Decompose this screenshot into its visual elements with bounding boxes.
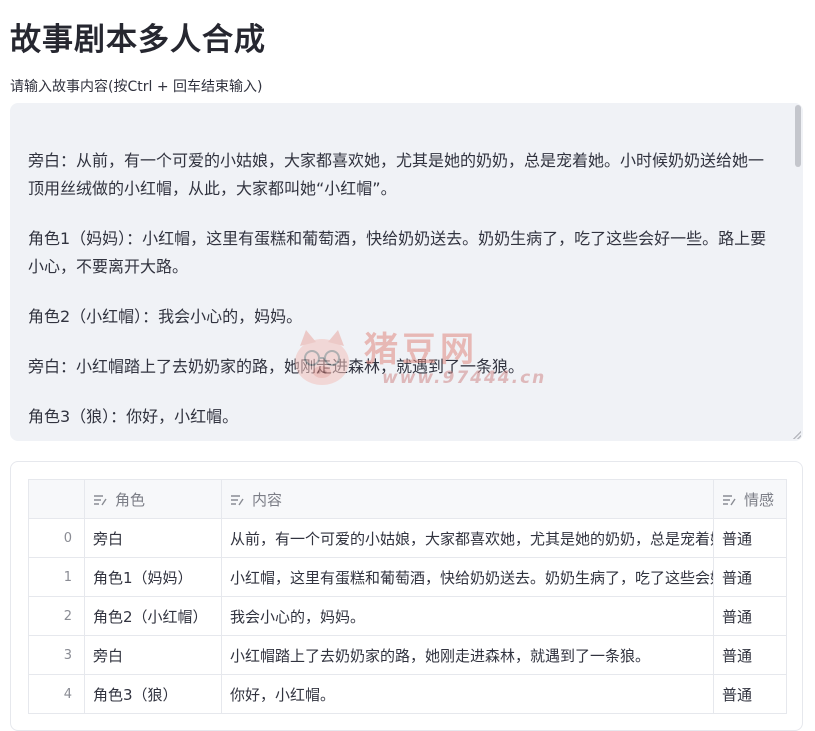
row-index: 3 xyxy=(28,635,85,675)
column-header-role[interactable]: 角色 xyxy=(84,479,222,519)
table-row[interactable]: 3 旁白 小红帽踏上了去奶奶家的路，她刚走进森林，就遇到了一条狼。 普通 xyxy=(28,635,787,675)
cell-emotion[interactable]: 普通 xyxy=(713,596,787,636)
cell-emotion[interactable]: 普通 xyxy=(713,557,787,597)
table-row[interactable]: 0 旁白 从前，有一个可爱的小姑娘，大家都喜欢她，尤其是她的奶奶，总是宠着她。 … xyxy=(28,518,787,558)
column-header-label: 角色 xyxy=(115,490,146,509)
result-table: 角色 内容 情感 0 旁白 从前，有一个可爱的小姑娘，大家都喜欢她，尤其是她的奶… xyxy=(28,479,787,714)
table-row[interactable]: 1 角色1（妈妈） 小红帽，这里有蛋糕和葡萄酒，快给奶奶送去。奶奶生病了，吃了这… xyxy=(28,557,787,597)
cell-role[interactable]: 旁白 xyxy=(84,635,222,675)
story-textarea[interactable]: 旁白：从前，有一个可爱的小姑娘，大家都喜欢她，尤其是她的奶奶，总是宠着她。小时候… xyxy=(10,103,803,441)
cell-content[interactable]: 你好，小红帽。 xyxy=(221,674,714,714)
cell-content[interactable]: 我会小心的，妈妈。 xyxy=(221,596,714,636)
cell-role[interactable]: 旁白 xyxy=(84,518,222,558)
page-title: 故事剧本多人合成 xyxy=(10,22,266,58)
story-textarea-content[interactable]: 旁白：从前，有一个可爱的小姑娘，大家都喜欢她，尤其是她的奶奶，总是宠着她。小时候… xyxy=(28,147,777,441)
cell-role[interactable]: 角色1（妈妈） xyxy=(84,557,222,597)
index-header xyxy=(28,479,85,519)
cell-content[interactable]: 小红帽踏上了去奶奶家的路，她刚走进森林，就遇到了一条狼。 xyxy=(221,635,714,675)
table-header-row: 角色 内容 情感 xyxy=(28,479,787,519)
row-index: 1 xyxy=(28,557,85,597)
table-row[interactable]: 2 角色2（小红帽） 我会小心的，妈妈。 普通 xyxy=(28,596,787,636)
text-column-icon xyxy=(723,494,736,505)
story-line: 旁白：从前，有一个可爱的小姑娘，大家都喜欢她，尤其是她的奶奶，总是宠着她。小时候… xyxy=(28,151,765,198)
textarea-scrollbar[interactable] xyxy=(795,105,801,167)
cell-emotion[interactable]: 普通 xyxy=(713,674,787,714)
cell-content[interactable]: 从前，有一个可爱的小姑娘，大家都喜欢她，尤其是她的奶奶，总是宠着她。 xyxy=(221,518,714,558)
table-row[interactable]: 4 角色3（狼） 你好，小红帽。 普通 xyxy=(28,674,787,714)
story-line: 角色1（妈妈）：小红帽，这里有蛋糕和葡萄酒，快给奶奶送去。奶奶生病了，吃了这些会… xyxy=(28,229,767,276)
row-index: 2 xyxy=(28,596,85,636)
cell-role[interactable]: 角色3（狼） xyxy=(84,674,222,714)
column-header-label: 情感 xyxy=(744,490,775,509)
story-line: 角色2（小红帽）：我会小心的，妈妈。 xyxy=(28,307,303,326)
text-column-icon xyxy=(94,494,107,505)
text-column-icon xyxy=(231,494,244,505)
column-header-label: 内容 xyxy=(252,490,283,509)
row-index: 0 xyxy=(28,518,85,558)
resize-handle-icon[interactable] xyxy=(793,431,801,439)
column-header-content[interactable]: 内容 xyxy=(221,479,714,519)
cell-emotion[interactable]: 普通 xyxy=(713,518,787,558)
cell-content[interactable]: 小红帽，这里有蛋糕和葡萄酒，快给奶奶送去。奶奶生病了，吃了这些会好一些。 xyxy=(221,557,714,597)
cell-emotion[interactable]: 普通 xyxy=(713,635,787,675)
story-input-label: 请输入故事内容(按Ctrl + 回车结束输入) xyxy=(10,79,263,95)
story-line: 角色3（狼）：你好，小红帽。 xyxy=(28,407,239,426)
column-header-emotion[interactable]: 情感 xyxy=(713,479,787,519)
cell-role[interactable]: 角色2（小红帽） xyxy=(84,596,222,636)
row-index: 4 xyxy=(28,674,85,714)
story-line: 旁白：小红帽踏上了去奶奶家的路，她刚走进森林，就遇到了一条狼。 xyxy=(28,357,525,376)
result-table-card: 角色 内容 情感 0 旁白 从前，有一个可爱的小姑娘，大家都喜欢她，尤其是她的奶… xyxy=(10,461,803,731)
